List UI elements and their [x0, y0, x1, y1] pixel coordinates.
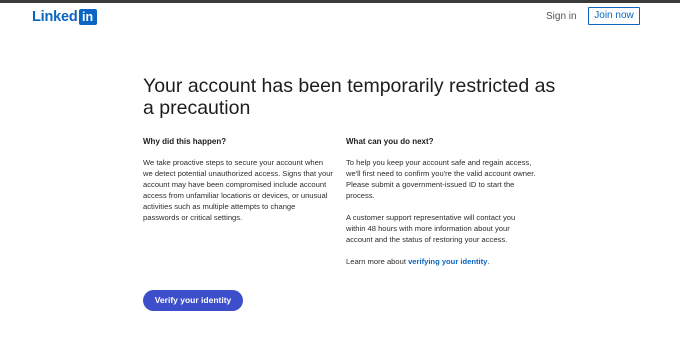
learn-more-line: Learn more about verifying your identity…: [346, 256, 536, 267]
why-heading: Why did this happen?: [143, 137, 227, 146]
linkedin-logo[interactable]: Linked in: [32, 8, 97, 26]
verify-identity-button[interactable]: Verify your identity: [143, 290, 243, 311]
logo-wordmark: Linked: [32, 9, 78, 25]
sign-in-link[interactable]: Sign in: [546, 10, 577, 24]
learn-more-suffix: .: [487, 257, 490, 266]
verifying-identity-link[interactable]: verifying your identity: [408, 257, 487, 266]
next-steps-para-2: A customer support representative will c…: [346, 213, 516, 244]
top-border: [0, 0, 680, 3]
page-title: Your account has been temporarily restri…: [143, 75, 556, 119]
why-section: Why did this happen? We take proactive s…: [143, 137, 333, 234]
join-now-button[interactable]: Join now: [588, 7, 640, 25]
learn-more-prefix: Learn more about: [346, 257, 409, 266]
next-steps-heading: What can you do next?: [346, 137, 434, 146]
why-body: We take proactive steps to secure your a…: [143, 158, 333, 222]
next-steps-section: What can you do next? To help you keep y…: [346, 137, 536, 278]
logo-in-box: in: [78, 9, 97, 25]
next-steps-para-1: To help you keep your account safe and r…: [346, 158, 536, 200]
